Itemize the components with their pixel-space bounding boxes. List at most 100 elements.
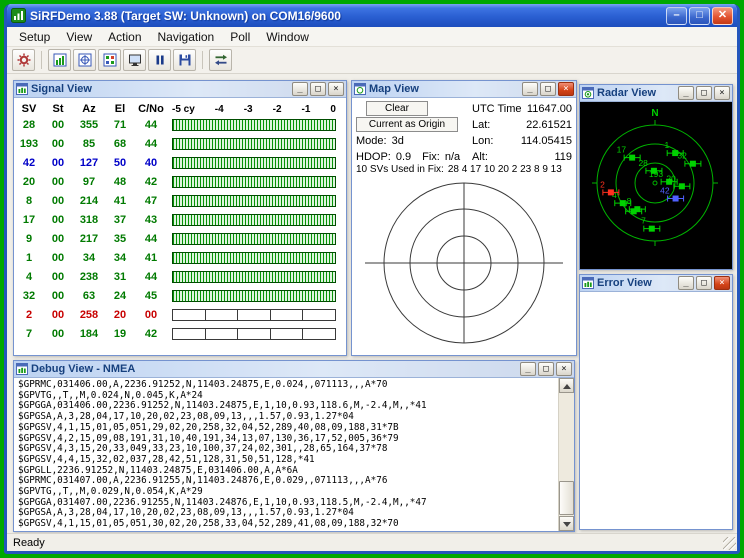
mode-line: Mode: 3d <box>356 133 466 148</box>
scroll-down-button[interactable] <box>559 516 574 531</box>
signal-cell-sv: 2 <box>14 309 44 321</box>
signal-cell-az: 238 <box>72 271 106 283</box>
current-as-origin-button[interactable]: Current as Origin <box>356 117 458 132</box>
maximize-button[interactable]: □ <box>696 276 712 290</box>
close-button[interactable]: × <box>714 276 730 290</box>
connect-button[interactable] <box>209 49 232 71</box>
close-button[interactable]: × <box>558 82 574 96</box>
resize-grip-icon[interactable] <box>723 537 736 550</box>
monitor-icon <box>128 53 142 67</box>
map-info-panel: Clear Current as Origin Mode: 3d HDOP: 0… <box>356 101 572 164</box>
save-button[interactable] <box>173 49 196 71</box>
scroll-up-button[interactable] <box>559 378 574 393</box>
bar-segment <box>238 309 271 321</box>
minimize-button[interactable]: _ <box>522 82 538 96</box>
menu-action[interactable]: Action <box>100 28 149 46</box>
close-button[interactable]: × <box>714 86 730 100</box>
close-button[interactable]: × <box>556 362 572 376</box>
menu-poll[interactable]: Poll <box>222 28 258 46</box>
error-view-titlebar[interactable]: Error View _ □ × <box>580 275 732 292</box>
signal-row: 19300856844 <box>14 134 346 153</box>
close-button[interactable]: × <box>328 82 344 96</box>
signal-cell-az: 97 <box>72 176 106 188</box>
signal-cell-st: 00 <box>44 328 72 340</box>
column-header-st: St <box>44 103 72 115</box>
window-title: Debug View - NMEA <box>31 363 517 375</box>
maximize-button[interactable]: □ <box>310 82 326 96</box>
clear-button[interactable]: Clear <box>366 101 428 116</box>
tracking-icon <box>103 53 117 67</box>
signal-cell-st: 00 <box>44 290 72 302</box>
vertical-scrollbar[interactable] <box>558 378 574 531</box>
app-titlebar[interactable]: SiRFDemo 3.88 (Target SW: Unknown) on CO… <box>7 4 737 27</box>
signal-cell-cno: 40 <box>134 157 168 169</box>
signal-cell-el: 24 <box>106 290 134 302</box>
signal-cell-el: 19 <box>106 328 134 340</box>
signal-strength-bar <box>172 157 336 169</box>
signal-cell-az: 34 <box>72 252 106 264</box>
svs-used-label: 10 SVs Used in Fix: <box>356 164 444 177</box>
signal-strength-bar <box>172 271 336 283</box>
signal-cell-cno: 41 <box>134 252 168 264</box>
mdi-area: Signal View _ □ × SV St Az El C/No -5 cy… <box>7 74 737 533</box>
signal-cell-cno: 44 <box>134 138 168 150</box>
menu-view[interactable]: View <box>58 28 100 46</box>
minimize-button[interactable]: _ <box>678 276 694 290</box>
settings-button[interactable] <box>12 49 35 71</box>
map-view-button[interactable] <box>73 49 96 71</box>
signal-cell-sv: 193 <box>14 138 44 150</box>
debug-view-titlebar[interactable]: Debug View - NMEA _ □ × <box>14 361 574 378</box>
pause-icon <box>153 53 167 67</box>
maximize-button[interactable]: □ <box>538 362 554 376</box>
chart-icon <box>582 87 594 99</box>
signal-cell-az: 127 <box>72 157 106 169</box>
minimize-button[interactable]: _ <box>292 82 308 96</box>
close-button[interactable]: ✕ <box>712 7 733 25</box>
signal-cell-cno: 42 <box>134 328 168 340</box>
toolbar-separator <box>202 51 203 69</box>
signal-cell-cno: 45 <box>134 290 168 302</box>
menu-window[interactable]: Window <box>258 28 317 46</box>
maximize-button[interactable]: □ <box>689 7 710 25</box>
signal-strength-bar <box>172 328 336 340</box>
signal-row: 7001841942 <box>14 324 346 343</box>
scrollbar-thumb[interactable] <box>559 481 574 515</box>
svs-used-value: 28 4 17 10 20 2 23 8 9 13 <box>448 164 562 177</box>
signal-view-titlebar[interactable]: Signal View _ □ × <box>14 81 346 98</box>
window-controls: _ □ × <box>520 362 572 376</box>
minimize-button[interactable]: _ <box>678 86 694 100</box>
tracking-view-button[interactable] <box>98 49 121 71</box>
scale-tick: 0 <box>330 104 336 115</box>
signal-view-content: SV St Az El C/No -5 cy-4-3-2-10 28003557… <box>14 98 346 355</box>
menu-navigation[interactable]: Navigation <box>150 28 223 46</box>
map-plot <box>356 179 572 347</box>
minimize-button[interactable]: – <box>666 7 687 25</box>
maximize-button[interactable]: □ <box>540 82 556 96</box>
signal-cell-cno: 43 <box>134 214 168 226</box>
radar-view-titlebar[interactable]: Radar View _ □ × <box>580 85 732 102</box>
column-header-el: El <box>106 103 134 115</box>
maximize-button[interactable]: □ <box>696 86 712 100</box>
lon-value: 114.05415 <box>521 135 572 147</box>
svg-text:17: 17 <box>617 145 627 155</box>
bar-segment <box>271 328 304 340</box>
menu-setup[interactable]: Setup <box>11 28 58 46</box>
window-controls: _ □ × <box>678 276 730 290</box>
signal-cell-cno: 44 <box>134 119 168 131</box>
signal-strength-bar <box>172 195 336 207</box>
signal-strength-bar <box>172 119 336 131</box>
minimize-button[interactable]: _ <box>520 362 536 376</box>
pause-button[interactable] <box>148 49 171 71</box>
signal-row: 2002582000 <box>14 305 346 324</box>
monitor-button[interactable] <box>123 49 146 71</box>
bar-segment <box>172 328 206 340</box>
signal-chart-icon <box>53 53 67 67</box>
map-view-titlebar[interactable]: Map View _ □ × <box>352 81 576 98</box>
signal-view-button[interactable] <box>48 49 71 71</box>
signal-cell-sv: 17 <box>14 214 44 226</box>
mode-label: Mode: <box>356 135 387 147</box>
signal-cell-el: 71 <box>106 119 134 131</box>
bar-segment <box>206 328 239 340</box>
signal-cell-az: 63 <box>72 290 106 302</box>
window-title: Signal View <box>31 83 289 95</box>
